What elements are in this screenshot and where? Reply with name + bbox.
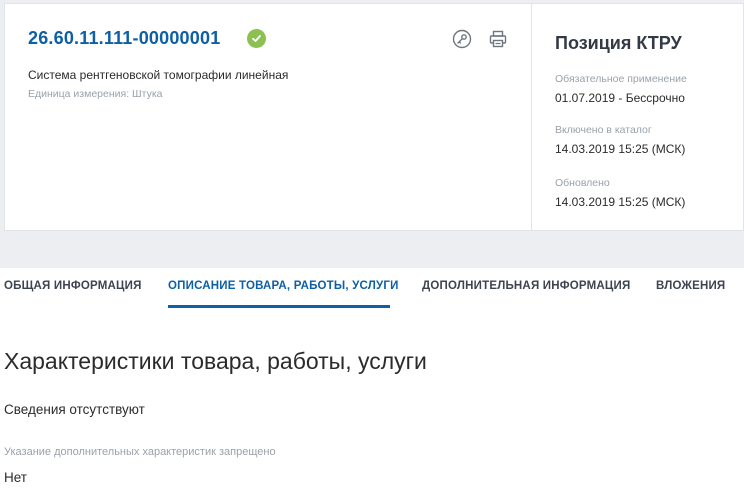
check-circle-icon bbox=[247, 29, 267, 48]
item-name: Система рентгеновской томографии линейна… bbox=[28, 68, 289, 82]
card-main: 26.60.11.111-00000001 Система рентгеновс… bbox=[5, 4, 531, 230]
position-title: Позиция КТРУ bbox=[555, 33, 682, 53]
included-value: 14.03.2019 15:25 (МСК) bbox=[555, 142, 686, 156]
key-icon[interactable] bbox=[451, 28, 473, 50]
updated-value: 14.03.2019 15:25 (МСК) bbox=[555, 195, 686, 209]
card-actions bbox=[451, 28, 509, 50]
active-tab-indicator bbox=[168, 305, 390, 308]
tab-product-description[interactable]: ОПИСАНИЕ ТОВАРА, РАБОТЫ, УСЛУГИ bbox=[168, 280, 399, 292]
restriction-label: Указание дополнительных характеристик за… bbox=[4, 446, 276, 458]
unit-of-measure: Единица измерения: Штука bbox=[28, 88, 163, 100]
position-panel: Позиция КТРУ Обязательное применение 01.… bbox=[531, 4, 743, 230]
no-data-text: Сведения отсутствуют bbox=[4, 402, 145, 417]
mandatory-label: Обязательное применение bbox=[555, 73, 687, 85]
ktru-code-link[interactable]: 26.60.11.111-00000001 bbox=[28, 28, 220, 49]
mandatory-value: 01.07.2019 - Бессрочно bbox=[555, 91, 685, 105]
ktru-card: 26.60.11.111-00000001 Система рентгеновс… bbox=[4, 3, 744, 231]
tab-general-info[interactable]: ОБЩАЯ ИНФОРМАЦИЯ bbox=[4, 280, 142, 292]
tab-bar: ОБЩАЯ ИНФОРМАЦИЯ ОПИСАНИЕ ТОВАРА, РАБОТЫ… bbox=[0, 268, 744, 308]
printer-icon[interactable] bbox=[487, 28, 509, 50]
updated-label: Обновлено bbox=[555, 177, 610, 189]
tab-attachments[interactable]: ВЛОЖЕНИЯ bbox=[656, 280, 725, 292]
code-row: 26.60.11.111-00000001 bbox=[28, 28, 267, 49]
section-title: Характеристики товара, работы, услуги bbox=[4, 348, 427, 374]
restriction-value: Нет bbox=[4, 470, 27, 485]
tab-additional-info[interactable]: ДОПОЛНИТЕЛЬНАЯ ИНФОРМАЦИЯ bbox=[422, 280, 630, 292]
included-label: Включено в каталог bbox=[555, 124, 652, 136]
